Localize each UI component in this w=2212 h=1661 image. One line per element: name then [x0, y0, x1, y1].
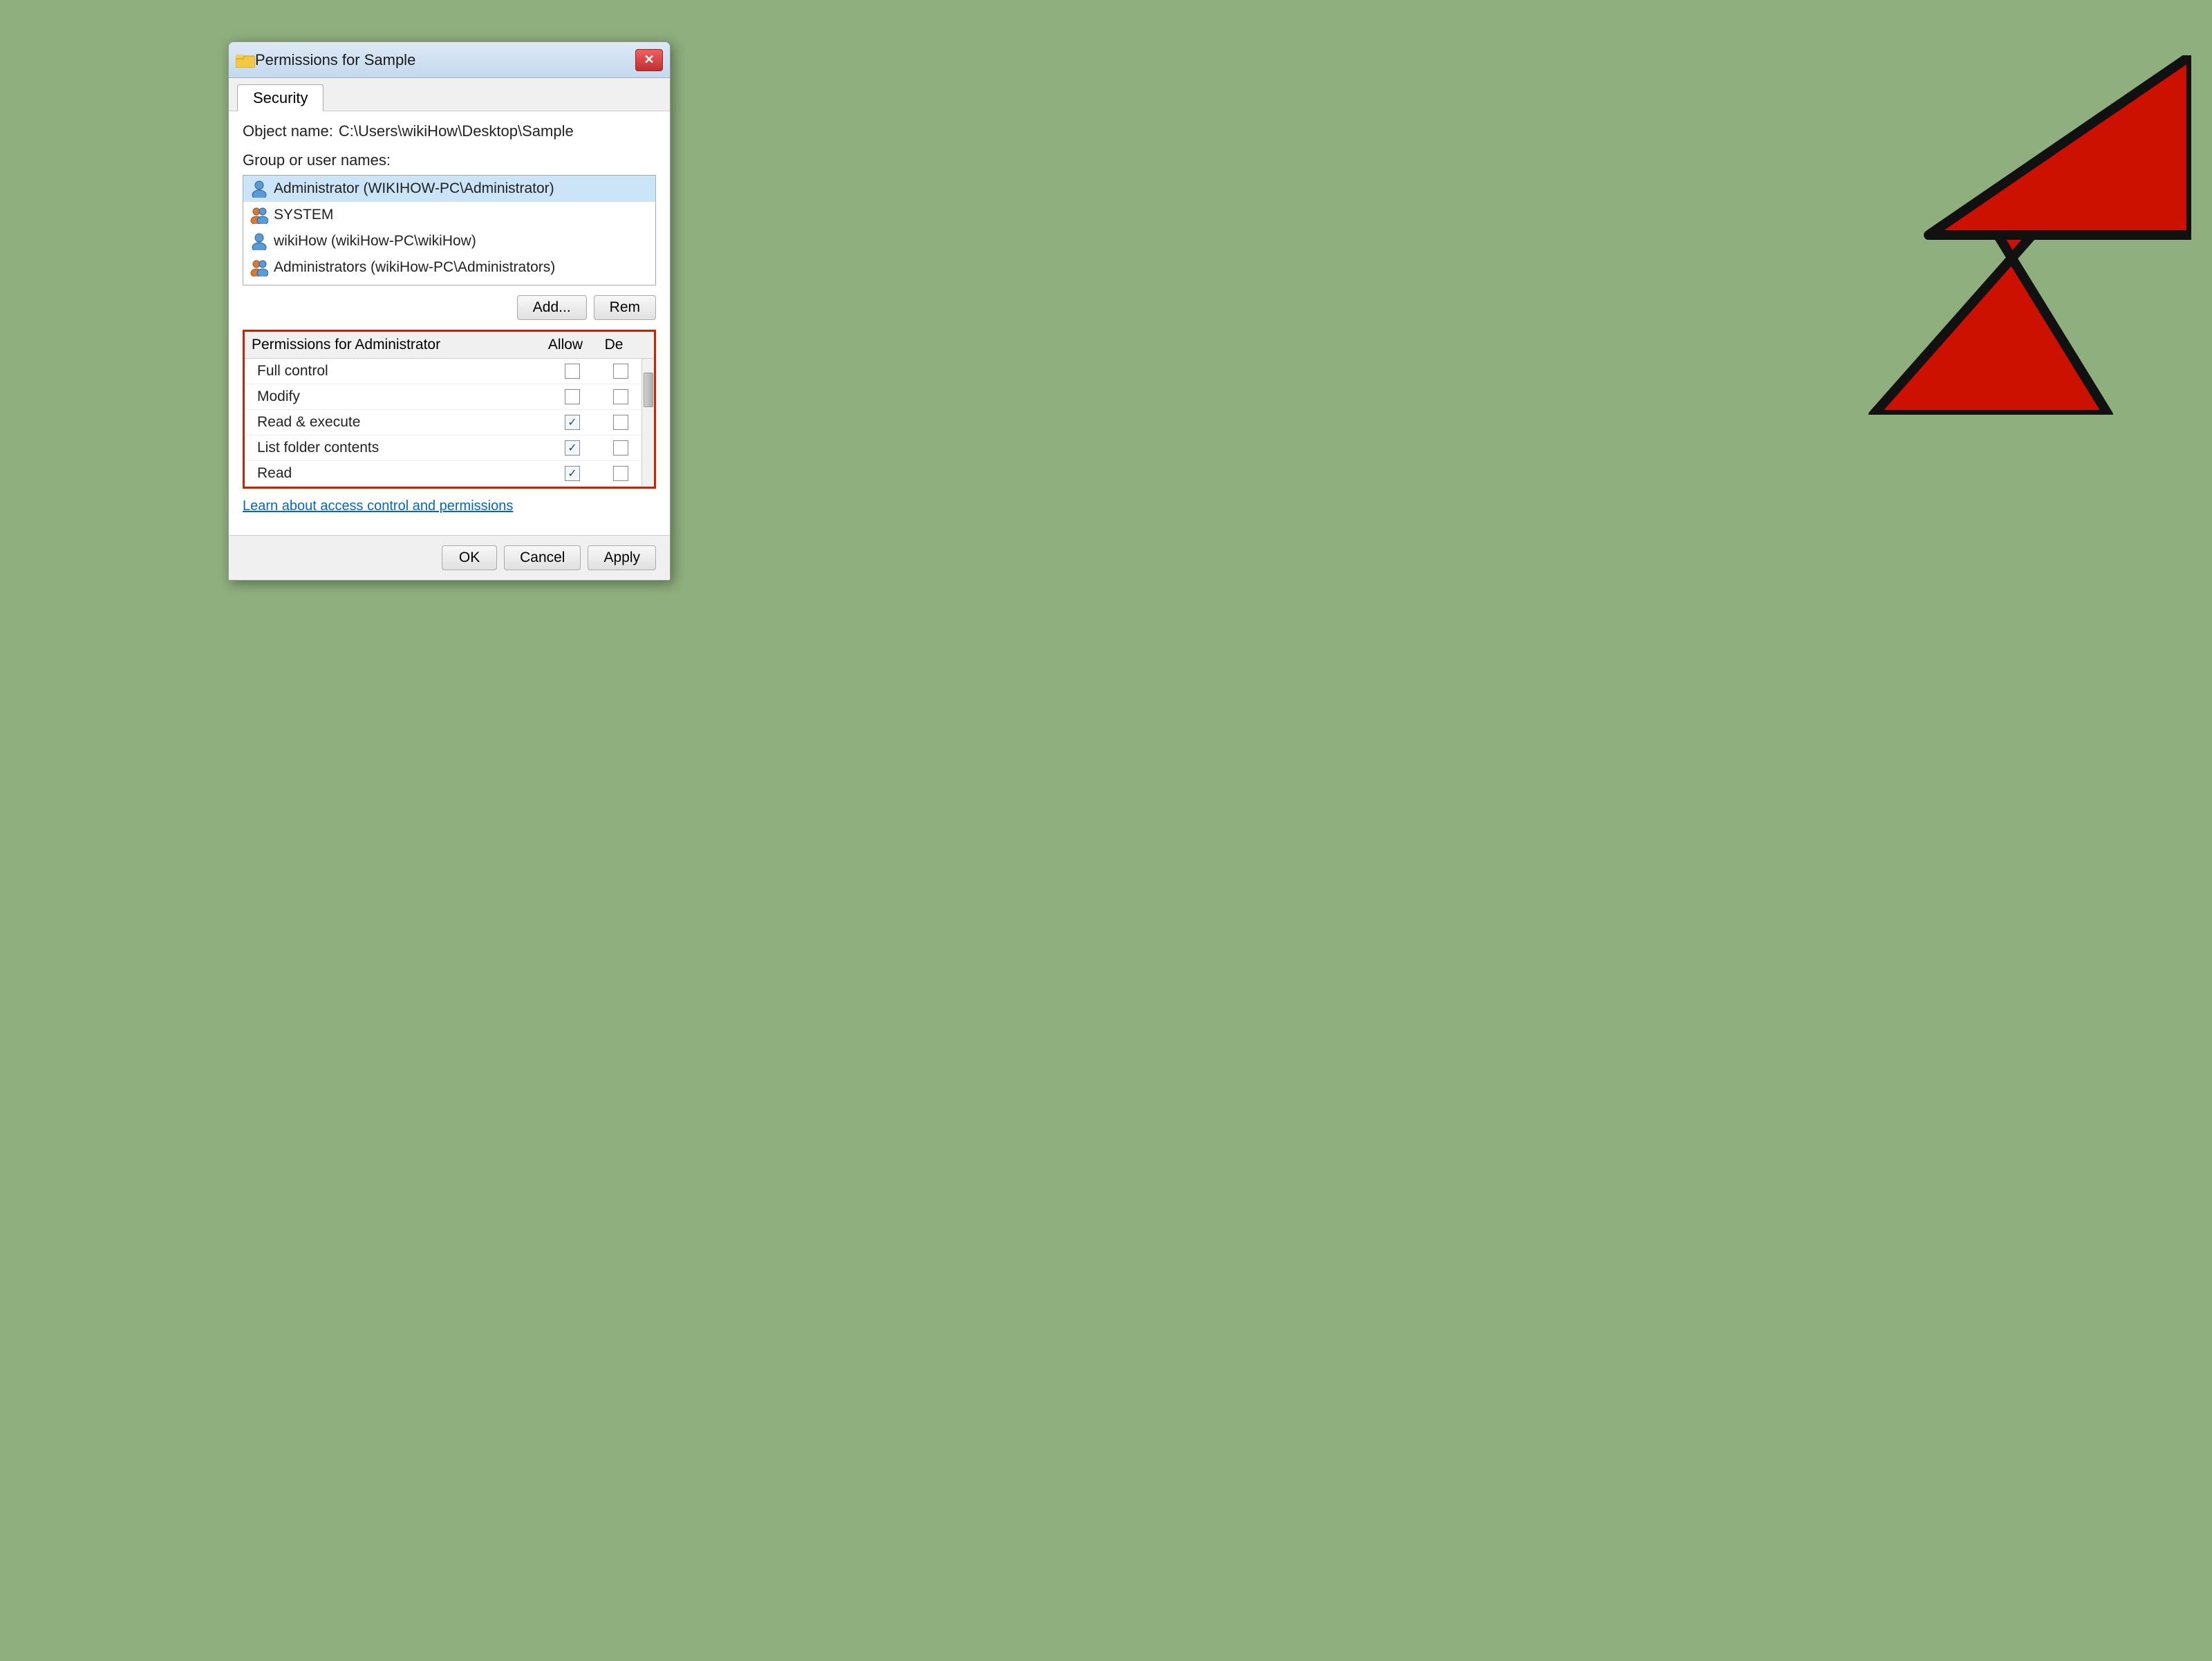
perm-allow-cell[interactable]: [545, 364, 600, 379]
perm-row-full-control: Full control: [245, 359, 654, 384]
close-button[interactable]: ✕: [635, 49, 663, 71]
deny-checkbox-modify[interactable]: [613, 389, 628, 404]
permissions-section: Permissions for Administrator Allow De F…: [243, 330, 656, 489]
folder-icon: [236, 53, 255, 68]
ok-button[interactable]: OK: [442, 545, 497, 570]
deny-header: De: [593, 337, 635, 353]
add-button[interactable]: Add...: [517, 295, 587, 320]
perm-deny-cell[interactable]: [600, 415, 641, 430]
list-item[interactable]: Administrator (WIKIHOW-PC\Administrator): [243, 176, 655, 202]
perm-deny-cell[interactable]: [600, 364, 641, 379]
perm-deny-cell[interactable]: [600, 389, 641, 404]
permissions-body: Full control Modify: [245, 359, 654, 487]
add-remove-row: Add... Rem: [243, 295, 656, 320]
deny-checkbox-read[interactable]: [613, 466, 628, 481]
allow-checkbox-list-folder[interactable]: ✓: [565, 440, 580, 456]
group-label: Group or user names:: [243, 151, 656, 169]
bottom-buttons: OK Cancel Apply: [229, 535, 670, 580]
perm-allow-cell[interactable]: ✓: [545, 415, 600, 430]
cancel-button[interactable]: Cancel: [504, 545, 581, 570]
perm-name: Read: [257, 465, 545, 482]
deny-checkbox-full-control[interactable]: [613, 364, 628, 379]
perm-row-read: Read ✓: [245, 461, 654, 487]
permissions-header-label: Permissions for Administrator: [252, 337, 538, 353]
perm-row-modify: Modify: [245, 384, 654, 410]
apply-button[interactable]: Apply: [588, 545, 656, 570]
allow-header: Allow: [538, 337, 593, 353]
perm-deny-cell[interactable]: [600, 440, 641, 456]
dialog-title: Permissions for Sample: [255, 51, 635, 69]
title-bar: Permissions for Sample ✕: [229, 42, 670, 78]
perm-name: Modify: [257, 388, 545, 405]
tab-security[interactable]: Security: [237, 84, 324, 111]
object-name-row: Object name: C:\Users\wikiHow\Desktop\Sa…: [243, 122, 656, 140]
group-icon: [250, 206, 268, 224]
perm-row-read-execute: Read & execute ✓: [245, 410, 654, 435]
user-single-icon: [250, 180, 268, 198]
perm-allow-cell[interactable]: [545, 389, 600, 404]
scrollbar-thumb[interactable]: [644, 373, 653, 407]
deny-checkbox-read-execute[interactable]: [613, 415, 628, 430]
perm-deny-cell[interactable]: [600, 466, 641, 481]
dialog-body: Object name: C:\Users\wikiHow\Desktop\Sa…: [229, 111, 670, 535]
list-item[interactable]: SYSTEM: [243, 202, 655, 228]
perm-name: List folder contents: [257, 440, 545, 456]
allow-checkbox-read[interactable]: ✓: [565, 466, 580, 481]
scrollbar[interactable]: [641, 359, 654, 487]
user-single-icon: [250, 232, 268, 250]
object-name-label: Object name:: [243, 122, 333, 140]
red-arrow: [1790, 55, 2191, 415]
dialog-window: Permissions for Sample ✕ Security Object…: [228, 41, 671, 581]
perm-row-list-folder: List folder contents ✓: [245, 435, 654, 461]
tab-bar: Security: [229, 78, 670, 111]
perm-allow-cell[interactable]: ✓: [545, 466, 600, 481]
user-name: Administrators (wikiHow-PC\Administrator…: [274, 259, 555, 276]
perm-name: Full control: [257, 363, 545, 379]
perm-allow-cell[interactable]: ✓: [545, 440, 600, 456]
user-list-box: Administrator (WIKIHOW-PC\Administrator)…: [243, 175, 656, 285]
perm-name: Read & execute: [257, 414, 545, 431]
user-name: SYSTEM: [274, 207, 333, 223]
allow-checkbox-modify[interactable]: [565, 389, 580, 404]
list-item[interactable]: wikiHow (wikiHow-PC\wikiHow): [243, 228, 655, 254]
object-name-value: C:\Users\wikiHow\Desktop\Sample: [339, 122, 574, 140]
learn-link[interactable]: Learn about access control and permissio…: [243, 498, 656, 514]
user-name: wikiHow (wikiHow-PC\wikiHow): [274, 233, 476, 250]
allow-checkbox-read-execute[interactable]: ✓: [565, 415, 580, 430]
user-name: Administrator (WIKIHOW-PC\Administrator): [274, 180, 554, 197]
deny-checkbox-list-folder[interactable]: [613, 440, 628, 456]
group-icon: [250, 259, 268, 276]
remove-button[interactable]: Rem: [594, 295, 656, 320]
allow-checkbox-full-control[interactable]: [565, 364, 580, 379]
permissions-header: Permissions for Administrator Allow De: [245, 332, 654, 359]
list-item[interactable]: Administrators (wikiHow-PC\Administrator…: [243, 254, 655, 281]
